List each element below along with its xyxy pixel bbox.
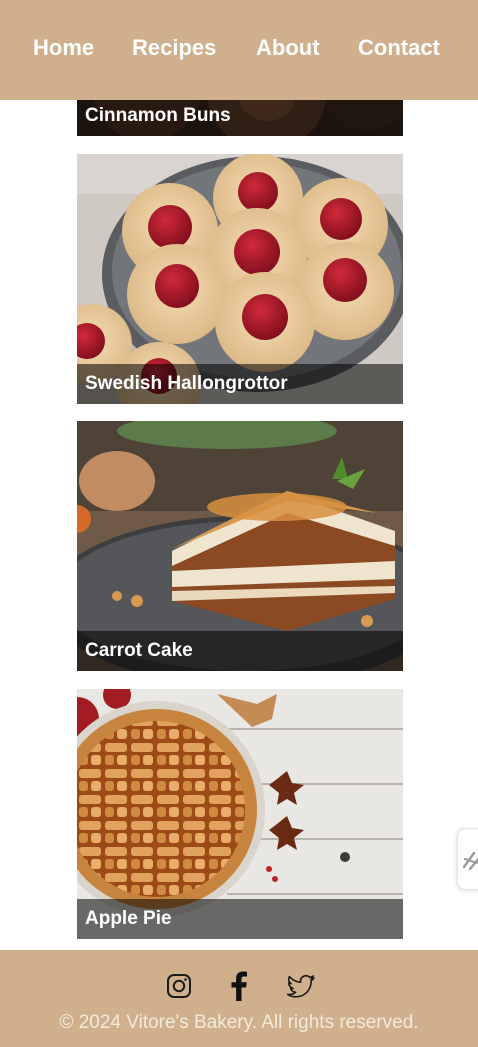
recipe-title: Carrot Cake [77,631,403,671]
recipe-title: Cinnamon Buns [77,96,403,136]
recipe-card-carrot-cake[interactable]: Carrot Cake [77,421,403,671]
site-footer: © 2024 Vitore's Bakery. All rights reser… [0,950,478,1047]
copyright-text: © 2024 Vitore's Bakery. All rights reser… [59,1012,419,1033]
pencil-ruler-icon [462,851,478,871]
nav-home-link[interactable]: Home [33,34,94,62]
recipe-card-apple-pie[interactable]: Apple Pie [77,689,403,939]
recipe-card-swedish-hallongrottor[interactable]: Swedish Hallongrottor [77,154,403,404]
instagram-icon[interactable] [162,969,196,1003]
nav-contact-link[interactable]: Contact [358,34,440,62]
recipe-title: Swedish Hallongrottor [77,364,403,404]
twitter-icon[interactable] [284,969,318,1003]
floating-side-tab[interactable] [457,828,478,890]
recipe-title: Apple Pie [77,899,403,939]
nav-recipes-link[interactable]: Recipes [132,34,216,62]
facebook-icon[interactable] [222,969,256,1003]
main-nav: Home Recipes About Contact [0,0,478,100]
nav-about-link[interactable]: About [256,34,320,62]
site-header: Home Recipes About Contact [0,0,478,100]
